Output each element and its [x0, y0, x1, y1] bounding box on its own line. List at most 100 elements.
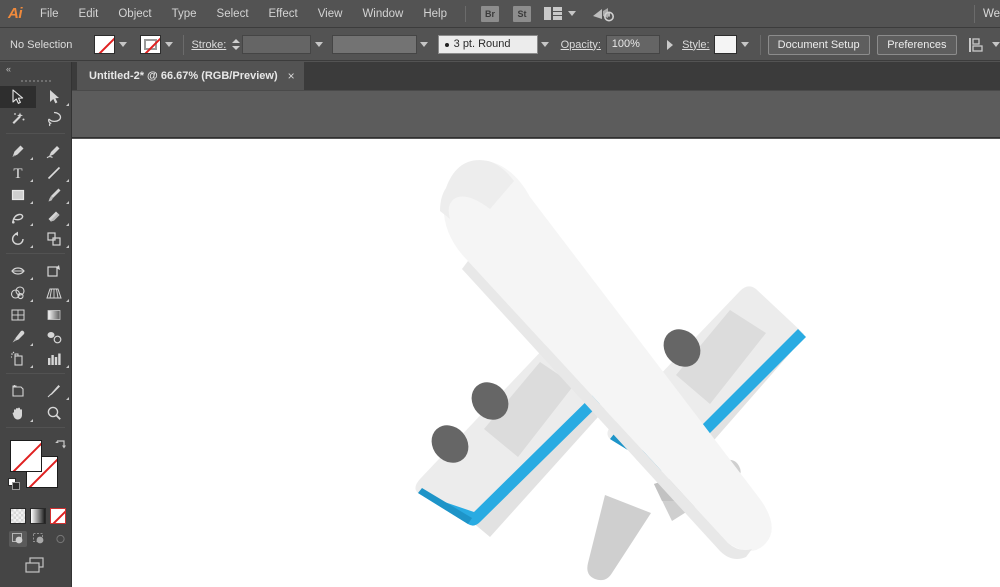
menu-view[interactable]: View: [308, 0, 353, 28]
stroke-color-swatch[interactable]: [140, 35, 161, 54]
style-label[interactable]: Style:: [682, 39, 710, 51]
line-segment-tool[interactable]: [36, 162, 72, 184]
stroke-weight-chevron[interactable]: [311, 35, 326, 55]
brush-definition-select[interactable]: 3 pt. Round: [438, 35, 538, 54]
flyout-indicator-icon: [66, 103, 69, 106]
default-fill-stroke-icon[interactable]: [8, 478, 21, 491]
change-screen-mode-button[interactable]: [23, 556, 49, 581]
scale-tool[interactable]: [36, 228, 72, 250]
stock-icon[interactable]: St: [513, 6, 531, 22]
pen-tool[interactable]: [0, 140, 36, 162]
mesh-tool[interactable]: [0, 304, 36, 326]
magic-wand-tool[interactable]: [0, 108, 36, 130]
blend-tool[interactable]: [36, 326, 72, 348]
bridge-icon[interactable]: Br: [481, 6, 499, 22]
free-transform-tool[interactable]: [36, 260, 72, 282]
shaper-tool[interactable]: [0, 206, 36, 228]
color-mode-button[interactable]: [10, 508, 26, 524]
screen-mode-row: [0, 547, 71, 581]
preferences-button[interactable]: Preferences: [877, 35, 956, 55]
fill-dropdown-chevron[interactable]: [115, 35, 130, 55]
none-mode-button[interactable]: [50, 508, 66, 524]
document-setup-button[interactable]: Document Setup: [768, 35, 870, 55]
graphic-style-swatch[interactable]: [714, 35, 737, 54]
panel-grip[interactable]: [0, 76, 71, 86]
color-mode-buttons: [0, 502, 71, 524]
tool-divider: [0, 373, 71, 380]
flyout-indicator-icon: [30, 343, 33, 346]
flyout-indicator-icon: [30, 365, 33, 368]
control-bar: No Selection Stroke: 3 pt. Round Opacity…: [0, 29, 1000, 61]
gradient-tool[interactable]: [36, 304, 72, 326]
document-tab-title: Untitled-2* @ 66.67% (RGB/Preview): [89, 70, 278, 82]
swap-fill-stroke-icon[interactable]: [54, 439, 67, 452]
svg-text:T: T: [13, 166, 22, 181]
shape-builder-tool[interactable]: [0, 282, 36, 304]
rotate-tool[interactable]: [0, 228, 36, 250]
workspace-switcher[interactable]: We: [974, 5, 1000, 23]
collapse-panel-button[interactable]: «: [0, 62, 71, 76]
variable-width-profile-input[interactable]: [332, 35, 417, 54]
stroke-weight-input[interactable]: [242, 35, 311, 54]
tool-group-selection: [0, 86, 71, 130]
menu-edit[interactable]: Edit: [69, 0, 109, 28]
tool-divider: [0, 253, 71, 260]
illustrator-logo-icon: Ai: [0, 0, 30, 28]
stroke-weight-label[interactable]: Stroke:: [191, 39, 226, 51]
flyout-indicator-icon: [30, 201, 33, 204]
artboard-tool[interactable]: [0, 380, 36, 402]
hand-tool[interactable]: [0, 402, 36, 424]
slice-tool[interactable]: [36, 380, 72, 402]
menu-window[interactable]: Window: [352, 0, 413, 28]
tool-group-navigation: [0, 380, 71, 424]
illustrator-window: Ai File Edit Object Type Select Effect V…: [0, 0, 1000, 587]
stroke-weight-stepper[interactable]: [231, 35, 242, 55]
symbol-sprayer-tool[interactable]: [0, 348, 36, 370]
align-chevron-down-icon[interactable]: [992, 42, 1000, 47]
brush-definition-chevron[interactable]: [538, 35, 553, 55]
curvature-tool[interactable]: [36, 140, 72, 162]
eraser-tool[interactable]: [36, 206, 72, 228]
creative-cloud-sync-icon[interactable]: [592, 5, 614, 23]
align-to-selection-icon[interactable]: [968, 37, 986, 53]
tools-panel: «: [0, 62, 72, 587]
menu-bar: Ai File Edit Object Type Select Effect V…: [0, 0, 1000, 28]
opacity-input[interactable]: 100%: [606, 35, 660, 54]
perspective-grid-tool[interactable]: [36, 282, 72, 304]
menu-effect[interactable]: Effect: [259, 0, 308, 28]
gradient-mode-button[interactable]: [30, 508, 46, 524]
arrange-documents-icon[interactable]: [544, 7, 562, 20]
rectangle-tool[interactable]: [0, 184, 36, 206]
opacity-options-arrow[interactable]: [667, 40, 673, 50]
eyedropper-tool[interactable]: [0, 326, 36, 348]
zoom-tool[interactable]: [36, 402, 72, 424]
draw-normal-button[interactable]: [9, 531, 27, 547]
stroke-dropdown-chevron[interactable]: [161, 35, 176, 55]
column-graph-tool[interactable]: [36, 348, 72, 370]
document-tab[interactable]: Untitled-2* @ 66.67% (RGB/Preview) ×: [77, 62, 304, 90]
selection-tool[interactable]: [0, 86, 36, 108]
fill-color-swatch[interactable]: [94, 35, 115, 54]
draw-inside-button[interactable]: [51, 531, 69, 547]
chevron-down-icon[interactable]: [568, 11, 576, 16]
artboard-canvas[interactable]: [72, 139, 1000, 587]
fill-indicator-swatch[interactable]: [10, 440, 42, 472]
menu-divider: [465, 6, 466, 22]
menu-object[interactable]: Object: [108, 0, 161, 28]
lasso-tool[interactable]: [36, 108, 72, 130]
variable-width-chevron[interactable]: [417, 35, 432, 55]
menu-type[interactable]: Type: [162, 0, 207, 28]
menu-help[interactable]: Help: [413, 0, 457, 28]
draw-behind-button[interactable]: [30, 531, 48, 547]
flyout-indicator-icon: [66, 397, 69, 400]
width-tool[interactable]: [0, 260, 36, 282]
type-tool[interactable]: T: [0, 162, 36, 184]
opacity-label[interactable]: Opacity:: [561, 39, 601, 51]
close-icon[interactable]: ×: [288, 70, 295, 82]
flyout-indicator-icon: [66, 299, 69, 302]
menu-file[interactable]: File: [30, 0, 69, 28]
paintbrush-tool[interactable]: [36, 184, 72, 206]
direct-selection-tool[interactable]: [36, 86, 72, 108]
style-chevron[interactable]: [737, 35, 752, 55]
menu-select[interactable]: Select: [207, 0, 259, 28]
